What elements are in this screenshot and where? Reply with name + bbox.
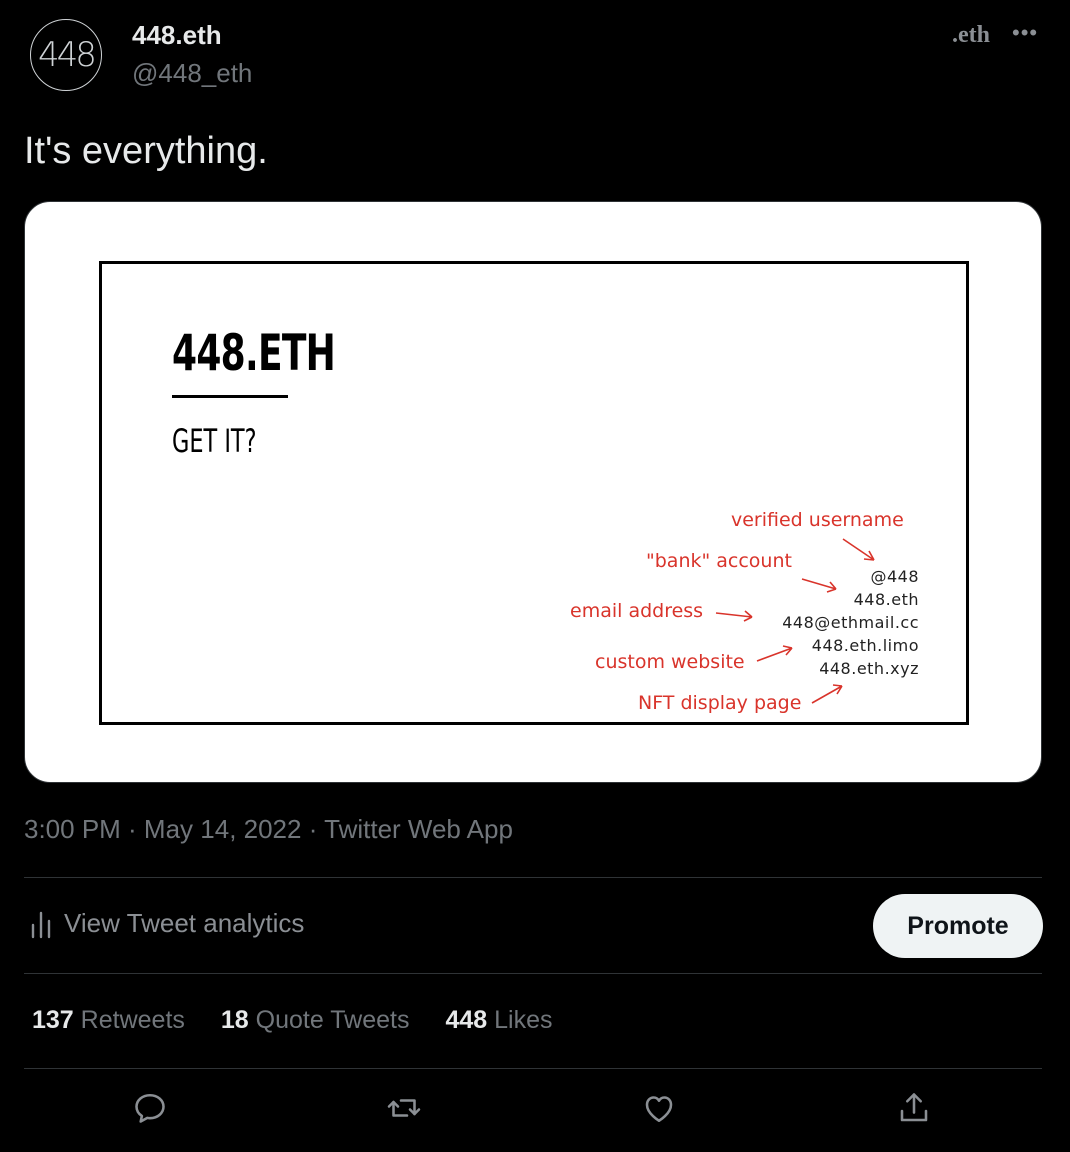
tweet-text: It's everything. — [24, 130, 268, 172]
user-handle[interactable]: @448_eth — [132, 58, 252, 89]
reply-icon — [135, 1093, 165, 1123]
annotation-nft-display-page: NFT display page — [638, 692, 802, 714]
value-xyz: 448.eth.xyz — [819, 659, 919, 678]
tweet-actions-bar — [0, 1090, 1070, 1134]
reply-button[interactable] — [132, 1090, 172, 1134]
arrow-bank — [801, 578, 837, 593]
quotes-label: Quote Tweets — [255, 1006, 410, 1034]
likes-label: Likes — [494, 1006, 553, 1034]
annotation-bank-account: "bank" account — [646, 550, 792, 572]
analytics-bar-icon — [31, 911, 51, 938]
view-analytics-link[interactable]: View Tweet analytics — [30, 908, 304, 939]
arrow-nft — [811, 684, 843, 704]
tweet-media-image[interactable]: 448.ETH GET IT? verified username "bank"… — [24, 201, 1042, 783]
like-button[interactable] — [641, 1090, 681, 1134]
avatar[interactable]: 448 — [30, 19, 102, 91]
share-button[interactable] — [896, 1090, 936, 1134]
retweet-button[interactable] — [386, 1090, 426, 1134]
divider — [24, 877, 1042, 878]
tweet-header: 448 448.eth @448_eth .eth ••• — [0, 0, 1070, 110]
annotation-verified-username: verified username — [731, 509, 904, 531]
value-email: 448@ethmail.cc — [782, 613, 919, 632]
quotes-count: 18 — [220, 1006, 249, 1034]
likes-count: 448 — [445, 1006, 488, 1034]
divider — [24, 973, 1042, 974]
card-divider — [172, 395, 288, 398]
retweets-count: 137 — [32, 1006, 74, 1034]
arrow-email — [715, 610, 753, 622]
business-card: 448.ETH GET IT? verified username "bank"… — [99, 261, 969, 725]
divider — [24, 1068, 1042, 1069]
value-username: @448 — [870, 567, 919, 586]
more-options-icon[interactable]: ••• — [1012, 20, 1038, 46]
eth-badge: .eth — [952, 22, 990, 48]
display-name[interactable]: 448.eth — [132, 20, 222, 51]
like-icon — [645, 1096, 673, 1123]
likes-stat[interactable]: 448 Likes — [445, 1006, 552, 1035]
tweet-timestamp[interactable]: 3:00 PM · May 14, 2022 · Twitter Web App — [24, 814, 513, 845]
annotation-email-address: email address — [570, 600, 704, 622]
arrow-username — [842, 538, 875, 561]
value-ens: 448.eth — [853, 590, 919, 609]
retweet-icon — [387, 1099, 421, 1117]
annotation-custom-website: custom website — [595, 651, 745, 673]
engagement-stats: 137 Retweets 18 Quote Tweets 448 Likes — [32, 1006, 589, 1035]
share-icon — [900, 1093, 928, 1122]
analytics-label: View Tweet analytics — [64, 908, 305, 938]
quote-tweets-stat[interactable]: 18 Quote Tweets — [221, 1006, 410, 1035]
value-limo: 448.eth.limo — [811, 636, 919, 655]
card-title: 448.ETH — [172, 324, 336, 382]
promote-button[interactable]: Promote — [873, 894, 1043, 958]
arrow-website — [756, 645, 793, 662]
retweets-stat[interactable]: 137 Retweets — [32, 1006, 185, 1035]
card-subtitle: GET IT? — [172, 422, 257, 460]
retweets-label: Retweets — [80, 1006, 185, 1034]
